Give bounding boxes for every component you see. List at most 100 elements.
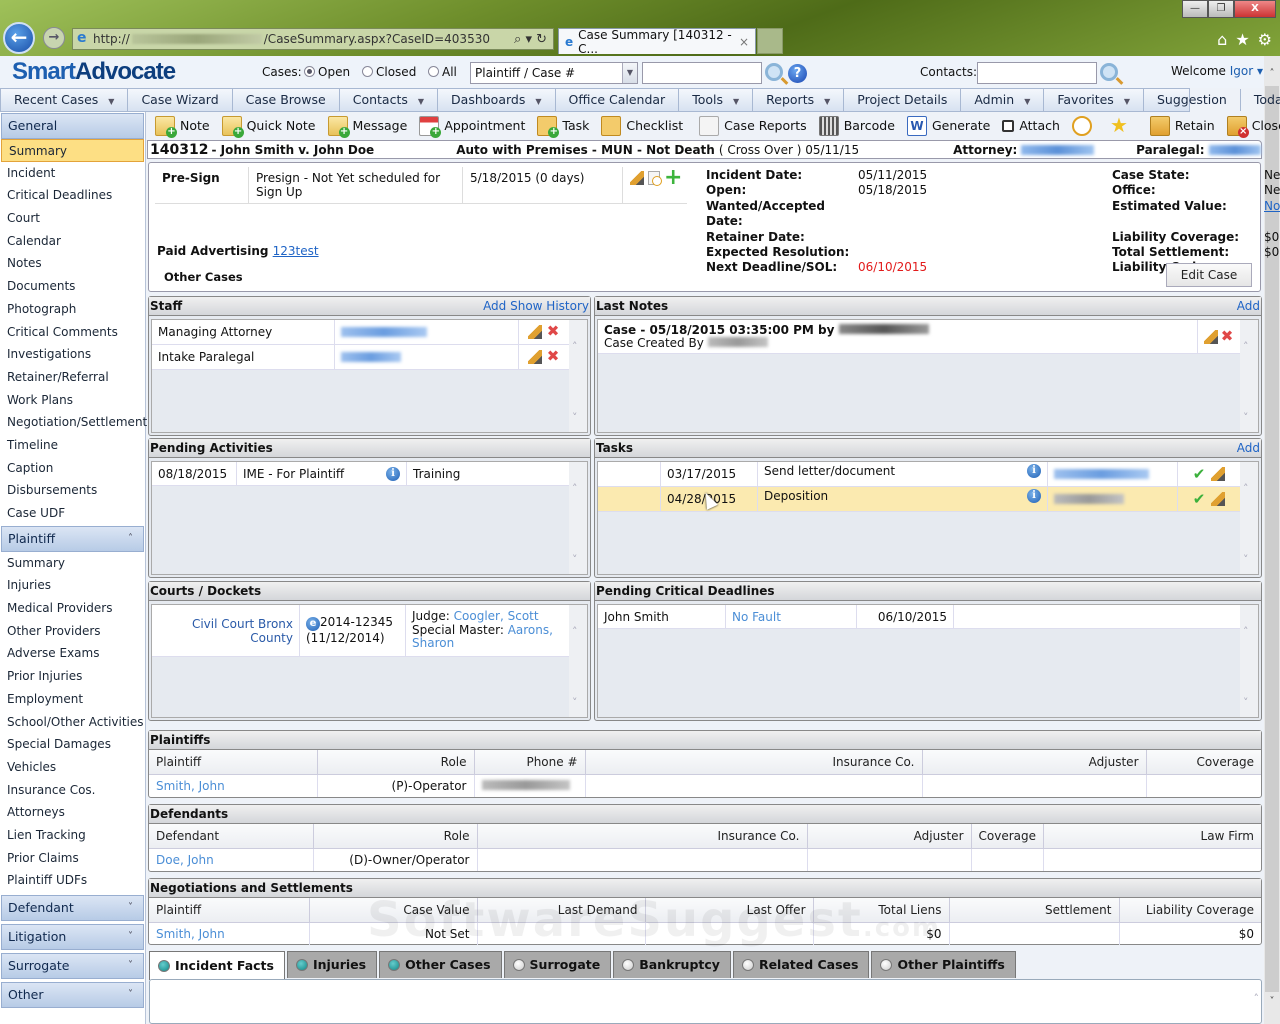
complete-check-icon[interactable]: ✔ [1193, 465, 1206, 483]
sidebar-section-general[interactable]: General [1, 113, 144, 139]
info-icon[interactable]: i [1027, 464, 1041, 478]
column-header-settlement[interactable]: Settlement [949, 898, 1120, 923]
sidebar-item-photograph[interactable]: Photograph [0, 298, 145, 321]
sidebar-section-defendant[interactable]: Defendant ˅ [1, 895, 144, 921]
search-icon[interactable] [765, 63, 783, 81]
menu-today[interactable]: Today [1241, 89, 1280, 111]
note-row[interactable]: Case - 05/18/2015 03:35:00 PM by Case Cr… [598, 320, 1240, 354]
add-note-link[interactable]: Add [1237, 297, 1260, 315]
sidebar-item-investigations[interactable]: Investigations [0, 343, 145, 366]
contacts-search-input[interactable] [977, 62, 1097, 84]
contacts-search-icon[interactable] [1100, 63, 1118, 81]
scroll-up-icon[interactable]: ˄ [572, 340, 578, 353]
panel-scrollbar[interactable]: ˄ ˅ [569, 320, 587, 432]
tab-incident-facts[interactable]: Incident Facts [149, 951, 285, 980]
table-row[interactable]: Smith, John (P)-Operator [149, 774, 1261, 797]
staff-member-link[interactable] [341, 327, 427, 337]
add-plus-icon[interactable]: + [664, 167, 682, 189]
menu-favorites[interactable]: Favorites ▼ [1044, 89, 1144, 111]
sidebar-item-incident[interactable]: Incident [0, 162, 145, 185]
paid-advertising-link[interactable]: 123test [273, 244, 319, 258]
sidebar-section-other[interactable]: Other ˅ [1, 982, 144, 1008]
appointment-button[interactable]: Appointment [419, 115, 525, 138]
task-button[interactable]: Task [537, 115, 589, 138]
menu-tools[interactable]: Tools ▼ [679, 89, 754, 111]
sidebar-item-case-udf[interactable]: Case UDF [0, 502, 145, 525]
scroll-up-icon[interactable]: ˄ [1243, 625, 1249, 638]
sidebar-item-work-plans[interactable]: Work Plans [0, 389, 145, 412]
address-tools-icon[interactable]: ⌕ ▾ ↻ [514, 32, 547, 47]
column-header-law-firm[interactable]: Law Firm [1043, 824, 1261, 849]
sidebar-item-plaintiff-summary[interactable]: Summary [0, 552, 145, 575]
column-header-adjuster[interactable]: Adjuster [807, 824, 972, 849]
panel-scrollbar[interactable]: ˄ ˅ [569, 605, 587, 717]
sidebar-item-summary[interactable]: Summary [1, 139, 144, 162]
add-favorite-button[interactable]: ★ [1109, 115, 1134, 136]
home-icon[interactable]: ⌂ [1217, 30, 1227, 49]
sidebar-section-plaintiff[interactable]: Plaintiff ˄ [1, 525, 144, 552]
case-reports-button[interactable]: Case Reports [699, 115, 807, 136]
case-search-input[interactable] [642, 62, 762, 84]
column-header-role[interactable]: Role [317, 750, 475, 775]
staff-row[interactable]: Intake Paralegal ✖ [152, 345, 569, 370]
sidebar-item-plaintiff-vehicles[interactable]: Vehicles [0, 756, 145, 779]
sidebar-item-plaintiff-medical-providers[interactable]: Medical Providers [0, 597, 145, 620]
scroll-up-icon[interactable]: ˄ [572, 625, 578, 638]
panel-scrollbar[interactable]: ˄ ˅ [1240, 605, 1258, 717]
sidebar-item-disbursements[interactable]: Disbursements [0, 479, 145, 502]
column-header-coverage[interactable]: Coverage [1146, 750, 1261, 775]
info-icon[interactable]: i [1027, 489, 1041, 503]
plaintiff-link[interactable]: Smith, John [156, 779, 225, 793]
sidebar-item-timeline[interactable]: Timeline [0, 434, 145, 457]
attach-button[interactable]: Attach [1002, 118, 1060, 133]
menu-recent-cases[interactable]: Recent Cases ▼ [1, 89, 129, 111]
sidebar-section-surrogate[interactable]: Surrogate ˅ [1, 953, 144, 979]
menu-reports[interactable]: Reports ▼ [753, 89, 845, 111]
edit-pencil-icon[interactable] [1211, 492, 1226, 506]
sidebar-item-plaintiff-lien-tracking[interactable]: Lien Tracking [0, 824, 145, 847]
filter-all-radio[interactable]: All [428, 65, 457, 79]
staff-add-show-history-link[interactable]: Add Show History [483, 297, 589, 315]
tab-surrogate[interactable]: Surrogate [503, 951, 612, 978]
menu-project-details[interactable]: Project Details [844, 89, 962, 111]
menu-suggestion[interactable]: Suggestion [1144, 89, 1241, 111]
court-row[interactable]: Civil Court Bronx County e 2014-12345 (11… [152, 605, 569, 657]
scroll-down-icon[interactable]: ˅ [1243, 411, 1249, 424]
column-header-adjuster[interactable]: Adjuster [922, 750, 1147, 775]
column-header-phone[interactable]: Phone # [474, 750, 586, 775]
column-header-total-liens[interactable]: Total Liens [813, 898, 950, 923]
menu-case-browse[interactable]: Case Browse [233, 89, 340, 111]
new-tab-button[interactable] [757, 28, 783, 54]
tab-other-plaintiffs[interactable]: Other Plaintiffs [871, 951, 1016, 978]
scroll-down-icon[interactable]: ˅ [572, 696, 578, 709]
retain-button[interactable]: Retain [1149, 115, 1215, 136]
sidebar-item-plaintiff-other-providers[interactable]: Other Providers [0, 620, 145, 643]
search-type-select[interactable]: Plaintiff / Case # ▼ [470, 62, 638, 84]
window-close-button[interactable]: X [1234, 0, 1276, 18]
panel-scrollbar[interactable]: ˄ ˅ [569, 462, 587, 574]
close-button[interactable]: Close [1226, 115, 1280, 138]
staff-row[interactable]: Managing Attorney ✖ [152, 320, 569, 345]
tab-related-cases[interactable]: Related Cases [732, 951, 870, 978]
scroll-up-icon[interactable]: ˄ [1264, 68, 1280, 84]
complete-check-icon[interactable]: ✔ [1193, 490, 1206, 508]
estimated-value-link[interactable]: Not Set [1264, 199, 1280, 230]
edit-pencil-icon[interactable] [528, 325, 542, 339]
judge-link[interactable]: Coogler, Scott [454, 609, 539, 624]
sidebar-item-plaintiff-plaintiff-udfs[interactable]: Plaintiff UDFs [0, 869, 145, 892]
task-row[interactable]: 03/17/2015 Send letter/document i ✔ [598, 462, 1240, 487]
column-header-insurance-co[interactable]: Insurance Co. [477, 824, 808, 849]
sidebar-item-plaintiff-insurance-cos[interactable]: Insurance Cos. [0, 779, 145, 802]
sidebar-item-plaintiff-school-other-activities[interactable]: School/Other Activities [0, 711, 145, 734]
forward-button[interactable]: → [43, 27, 65, 49]
attorney-link[interactable] [1021, 144, 1095, 155]
message-button[interactable]: Message [327, 115, 407, 138]
filter-closed-radio[interactable]: Closed [362, 65, 416, 79]
edit-pencil-icon[interactable] [528, 350, 542, 364]
tab-injuries[interactable]: Injuries [286, 951, 378, 978]
column-header-case-value[interactable]: Case Value [309, 898, 478, 923]
barcode-button[interactable]: Barcode [818, 115, 895, 136]
efile-icon[interactable]: e [306, 617, 320, 631]
edit-case-button[interactable]: Edit Case [1166, 263, 1252, 287]
menu-case-wizard[interactable]: Case Wizard [128, 89, 233, 111]
